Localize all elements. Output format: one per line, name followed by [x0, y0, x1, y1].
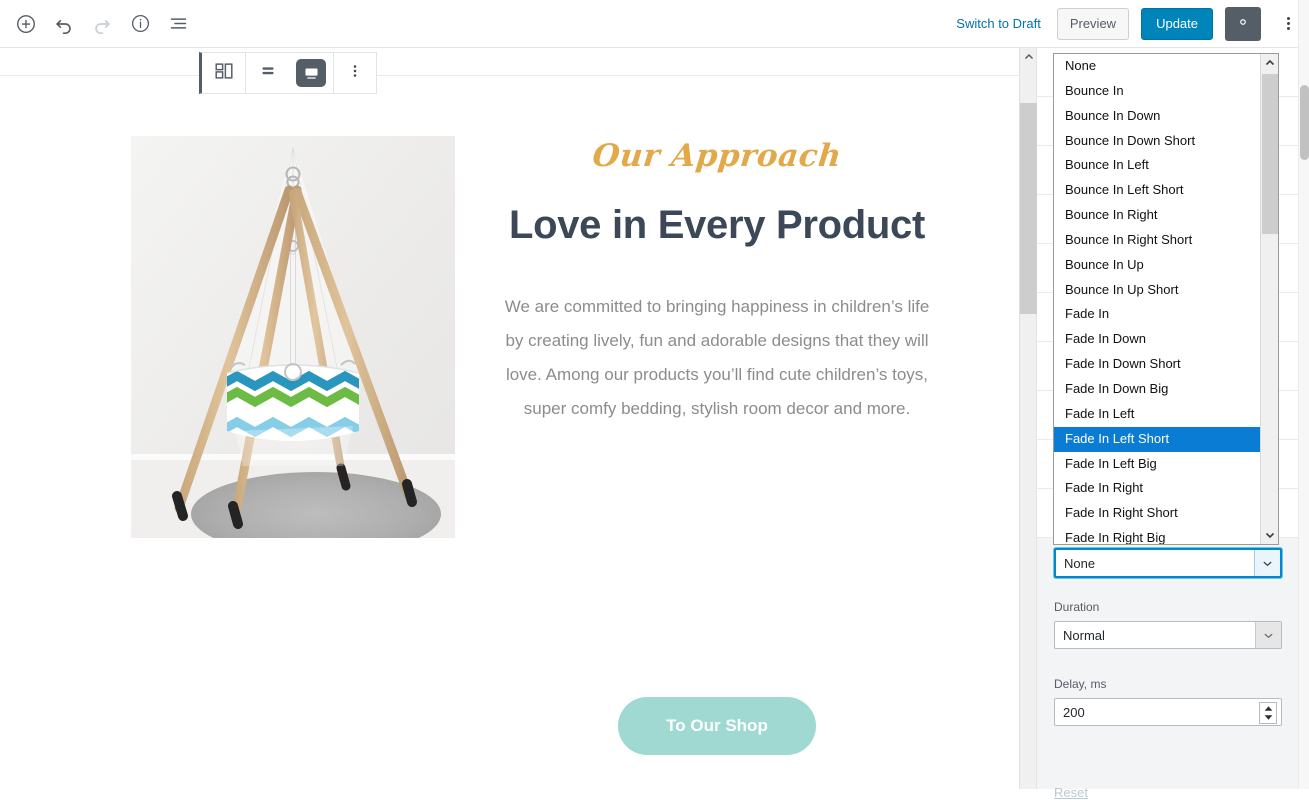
kebab-menu-icon [1286, 15, 1290, 32]
dropdown-option[interactable]: Bounce In Right [1054, 203, 1260, 228]
dropdown-option[interactable]: Fade In Right [1054, 476, 1260, 501]
chevron-down-icon[interactable] [1254, 550, 1280, 576]
animation-dropdown-popup: None Bounce In Bounce In Down Bounce In Dow… [1053, 53, 1279, 545]
delay-label: Delay, ms [1054, 677, 1107, 691]
content-info-button[interactable] [122, 6, 158, 42]
chevron-up-icon[interactable] [1261, 54, 1278, 72]
dropdown-option[interactable]: Bounce In Up Short [1054, 278, 1260, 303]
eyebrow-heading[interactable]: Our Approach [488, 138, 946, 174]
preview-button[interactable]: Preview [1056, 7, 1130, 40]
dropdown-option[interactable]: Fade In Right Short [1054, 501, 1260, 526]
dropdown-option[interactable]: Bounce In Left Short [1054, 178, 1260, 203]
scroll-up-arrow-icon[interactable] [1020, 48, 1037, 65]
duration-label: Duration [1054, 600, 1100, 614]
dropdown-option[interactable]: Fade In Right Big [1054, 526, 1260, 544]
dropdown-option[interactable]: Bounce In Left [1054, 153, 1260, 178]
list-view-button[interactable] [160, 6, 196, 42]
dropdown-option[interactable]: Bounce In Right Short [1054, 228, 1260, 253]
dropdown-option[interactable]: None [1054, 54, 1260, 79]
dropdown-option[interactable]: Fade In Down Big [1054, 377, 1260, 402]
settings-gear-button[interactable] [1225, 6, 1261, 41]
duration-select-value: Normal [1063, 627, 1105, 643]
cradle-photo-illustration [131, 136, 455, 538]
duration-field: Duration Normal [1054, 600, 1286, 649]
media-image[interactable] [131, 136, 455, 538]
animation-select-value: None [1064, 555, 1096, 571]
undo-button[interactable] [46, 6, 82, 42]
cta-wrapper: To Our Shop [490, 697, 944, 755]
editor-header: Switch to Draft Preview Update [0, 0, 1309, 48]
dropdown-option[interactable]: Bounce In [1054, 79, 1260, 104]
page-scroll-thumb[interactable] [1300, 85, 1309, 160]
delay-field: Delay, ms 200 [1054, 677, 1286, 726]
dropdown-option[interactable]: Bounce In Up [1054, 253, 1260, 278]
dropdown-scrollbar[interactable] [1260, 54, 1278, 544]
delay-input[interactable]: 200 [1054, 698, 1282, 726]
kebab-menu-icon [346, 62, 364, 85]
dropdown-option[interactable]: Fade In Left Short [1054, 426, 1260, 452]
reset-link[interactable]: Reset [1054, 785, 1088, 800]
update-button[interactable]: Update [1141, 7, 1213, 40]
dropdown-option[interactable]: Fade In Left Big [1054, 452, 1260, 477]
media-on-top-icon [296, 59, 327, 87]
body-paragraph[interactable]: We are committed to bringing happiness i… [490, 290, 944, 426]
media-text-block-icon [213, 60, 235, 87]
add-block-button[interactable] [8, 6, 44, 42]
dropdown-option[interactable]: Fade In Left [1054, 402, 1260, 427]
gear-icon [1234, 13, 1252, 34]
block-type-button[interactable] [202, 53, 246, 93]
sidebar-scroll-thumb[interactable] [1020, 103, 1037, 314]
dropdown-scroll-thumb[interactable] [1262, 74, 1278, 234]
block-top-divider [0, 75, 1020, 76]
block-toolbar [199, 52, 377, 94]
chevron-down-icon[interactable] [1255, 622, 1281, 648]
to-our-shop-button[interactable]: To Our Shop [618, 697, 816, 755]
dropdown-option[interactable]: Fade In Down Short [1054, 352, 1260, 377]
duration-select[interactable]: Normal [1054, 621, 1282, 649]
dropdown-option[interactable]: Bounce In Down Short [1054, 129, 1260, 154]
header-right-toolbar: Switch to Draft Preview Update [952, 0, 1309, 47]
vertical-align-button[interactable] [246, 53, 290, 93]
redo-button[interactable] [84, 6, 120, 42]
media-on-top-button[interactable] [290, 53, 334, 93]
spinner-up-down-icon[interactable] [1259, 702, 1277, 724]
media-text-content: Our Approach Love in Every Product We ar… [490, 138, 944, 426]
delay-input-value: 200 [1063, 704, 1085, 720]
chevron-down-icon[interactable] [1261, 526, 1278, 544]
page-scrollbar[interactable] [1298, 0, 1309, 789]
vertical-align-icon [257, 60, 279, 87]
header-left-toolbar [0, 6, 196, 42]
dropdown-option[interactable]: Fade In [1054, 302, 1260, 327]
dropdown-option[interactable]: Bounce In Down [1054, 104, 1260, 129]
animation-options-list: None Bounce In Bounce In Down Bounce In Dow… [1054, 54, 1260, 544]
animation-select[interactable]: None [1054, 548, 1282, 578]
animation-field: None [1054, 548, 1282, 578]
sidebar-scrollbar[interactable] [1019, 48, 1037, 789]
page-title[interactable]: Love in Every Product [490, 200, 944, 250]
block-more-options-button[interactable] [334, 53, 376, 93]
dropdown-option[interactable]: Fade In Down [1054, 327, 1260, 352]
media-position-group [246, 53, 334, 93]
switch-to-draft-button[interactable]: Switch to Draft [952, 10, 1045, 37]
